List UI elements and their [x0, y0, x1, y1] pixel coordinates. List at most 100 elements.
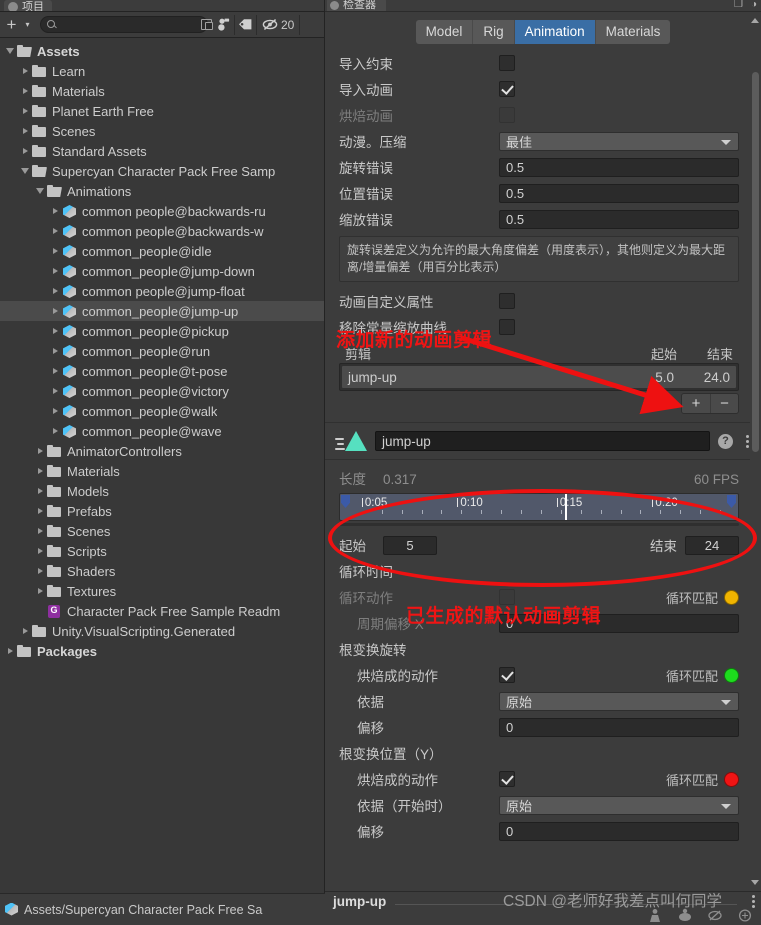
popout-icon[interactable]: [200, 18, 214, 31]
favorites-icon[interactable]: [213, 14, 235, 35]
chevron-right-icon[interactable]: [34, 508, 46, 514]
importer-tab-bar[interactable]: Model Rig Animation Materials: [325, 12, 761, 50]
tree-item[interactable]: Learn: [0, 61, 324, 81]
root-rotation-offset-input[interactable]: 0: [499, 717, 739, 737]
tree-item[interactable]: common_people@jump-down: [0, 261, 324, 281]
tree-item[interactable]: Shaders: [0, 561, 324, 581]
chevron-right-icon[interactable]: [49, 428, 61, 434]
tree-item[interactable]: Scenes: [0, 521, 324, 541]
root-position-y-bake-checkbox[interactable]: [499, 771, 515, 787]
timeline-start-marker[interactable]: [341, 495, 350, 508]
chevron-right-icon[interactable]: [49, 328, 61, 334]
chevron-right-icon[interactable]: [19, 128, 31, 134]
tree-item[interactable]: Standard Assets: [0, 141, 324, 161]
chevron-right-icon[interactable]: [19, 108, 31, 114]
chevron-right-icon[interactable]: [49, 288, 61, 294]
help-icon[interactable]: ?: [718, 433, 733, 449]
tree-item[interactable]: common people@backwards-w: [0, 221, 324, 241]
tab-model[interactable]: Model: [415, 20, 474, 44]
lock-icon[interactable]: ◑: [751, 0, 757, 10]
number-input[interactable]: 0.5: [499, 209, 739, 229]
inspector-scrollbar[interactable]: [750, 12, 761, 891]
chevron-right-icon[interactable]: [34, 468, 46, 474]
tree-item[interactable]: common_people@pickup: [0, 321, 324, 341]
tree-item[interactable]: Textures: [0, 581, 324, 601]
tab-inspector[interactable]: 检查器: [327, 0, 386, 11]
chevron-right-icon[interactable]: [34, 528, 46, 534]
tree-item[interactable]: common people@backwards-ru: [0, 201, 324, 221]
tree-item[interactable]: AnimatorControllers: [0, 441, 324, 461]
scroll-thumb[interactable]: [752, 72, 759, 452]
chevron-down-icon[interactable]: [34, 188, 46, 194]
chevron-right-icon[interactable]: [34, 488, 46, 494]
chevron-right-icon[interactable]: [34, 448, 46, 454]
tab-project[interactable]: 项目: [4, 0, 52, 11]
chevron-right-icon[interactable]: [49, 388, 61, 394]
checkbox[interactable]: [499, 55, 515, 71]
number-input[interactable]: 0.5: [499, 183, 739, 203]
number-input[interactable]: 0.5: [499, 157, 739, 177]
add-asset-dropdown-caret[interactable]: ▾: [20, 15, 38, 35]
tree-item[interactable]: common people@jump-float: [0, 281, 324, 301]
checkbox[interactable]: [499, 81, 515, 97]
chevron-right-icon[interactable]: [19, 148, 31, 154]
checkbox[interactable]: [499, 293, 515, 309]
chevron-down-icon[interactable]: [4, 48, 16, 54]
remove-clip-button[interactable]: −: [710, 394, 738, 413]
pivot-icon[interactable]: [707, 908, 723, 924]
tree-item[interactable]: common_people@t-pose: [0, 361, 324, 381]
root-rotation-bake-checkbox[interactable]: [499, 667, 515, 683]
project-asset-tree[interactable]: Assets Learn Materials Planet Earth Free Sce…: [0, 38, 324, 893]
chevron-right-icon[interactable]: [49, 208, 61, 214]
chevron-right-icon[interactable]: [49, 408, 61, 414]
ik-icon[interactable]: [677, 908, 693, 924]
timeline-end-marker[interactable]: [727, 495, 736, 508]
clip-list[interactable]: jump-up 5.0 24.0: [339, 363, 739, 391]
settings-icon[interactable]: [737, 908, 753, 924]
tree-item[interactable]: Planet Earth Free: [0, 101, 324, 121]
checkbox[interactable]: [499, 107, 515, 123]
tree-item[interactable]: Prefabs: [0, 501, 324, 521]
tree-item[interactable]: Packages: [0, 641, 324, 661]
root-position-y-offset-input[interactable]: 0: [499, 821, 739, 841]
tree-item[interactable]: common_people@walk: [0, 401, 324, 421]
tree-item[interactable]: Character Pack Free Sample Readm: [0, 601, 324, 621]
search-input[interactable]: [58, 17, 200, 32]
chevron-right-icon[interactable]: [49, 348, 61, 354]
chevron-right-icon[interactable]: [19, 88, 31, 94]
clip-name-input[interactable]: jump-up: [375, 431, 710, 451]
checkbox[interactable]: [499, 319, 515, 335]
maximize-icon[interactable]: ❐: [734, 0, 743, 10]
dropdown[interactable]: 最佳: [499, 131, 739, 151]
tree-item[interactable]: Models: [0, 481, 324, 501]
chevron-right-icon[interactable]: [34, 568, 46, 574]
tree-item[interactable]: common_people@jump-up: [0, 301, 324, 321]
chevron-right-icon[interactable]: [49, 368, 61, 374]
search-field[interactable]: [40, 16, 213, 33]
tree-item[interactable]: common_people@wave: [0, 421, 324, 441]
hidden-objects-counter[interactable]: 20: [257, 14, 301, 35]
label-tag-icon[interactable]: [235, 14, 257, 35]
tree-item[interactable]: Scenes: [0, 121, 324, 141]
avatar-icon[interactable]: [647, 908, 663, 924]
chevron-right-icon[interactable]: [49, 228, 61, 234]
chevron-right-icon[interactable]: [19, 68, 31, 74]
tree-item[interactable]: Unity.VisualScripting.Generated: [0, 621, 324, 641]
chevron-right-icon[interactable]: [19, 628, 31, 634]
tree-item[interactable]: Assets: [0, 41, 324, 61]
tree-item[interactable]: Supercyan Character Pack Free Samp: [0, 161, 324, 181]
tree-item[interactable]: Animations: [0, 181, 324, 201]
tab-animation[interactable]: Animation: [514, 20, 596, 44]
chevron-right-icon[interactable]: [49, 308, 61, 314]
tab-rig[interactable]: Rig: [473, 20, 515, 44]
chevron-right-icon[interactable]: [4, 648, 16, 654]
add-asset-button[interactable]: +: [2, 15, 20, 35]
tree-item[interactable]: common_people@run: [0, 341, 324, 361]
tree-item[interactable]: common_people@victory: [0, 381, 324, 401]
tree-item[interactable]: Scripts: [0, 541, 324, 561]
chevron-right-icon[interactable]: [49, 268, 61, 274]
root-rotation-based-dropdown[interactable]: 原始: [499, 691, 739, 711]
preview-kebab-menu-icon[interactable]: [752, 895, 755, 908]
chevron-right-icon[interactable]: [49, 248, 61, 254]
tab-materials[interactable]: Materials: [595, 20, 671, 44]
